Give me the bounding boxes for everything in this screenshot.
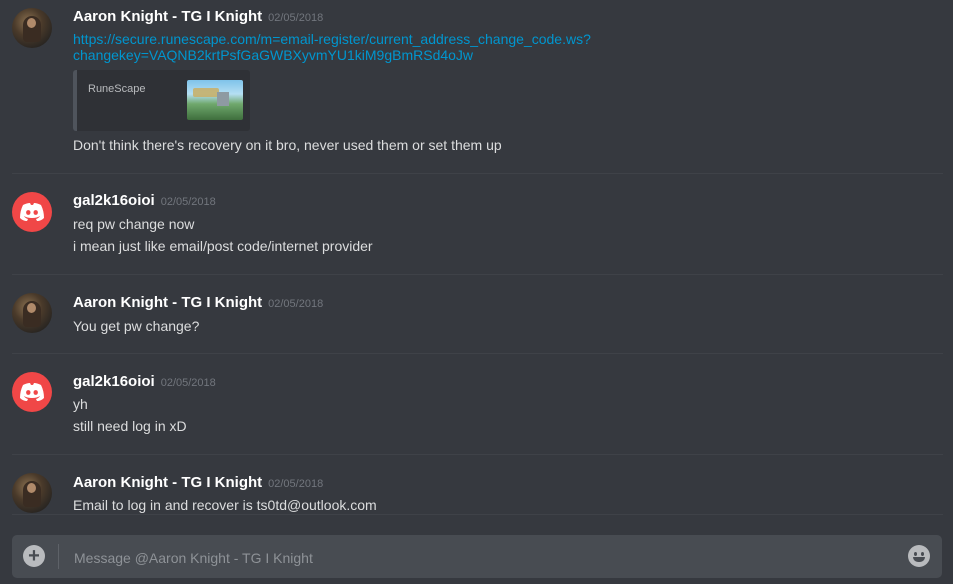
- username[interactable]: gal2k16oioi 02/05/2018: [73, 192, 216, 209]
- message-text: still need log in xD: [73, 418, 187, 434]
- message-group: Aaron Knight - TG I Knight 02/05/2018 htt…: [0, 0, 953, 174]
- plus-circle-icon[interactable]: +: [23, 545, 45, 567]
- embed-thumbnail[interactable]: [187, 80, 243, 120]
- username[interactable]: gal2k16oioi 02/05/2018: [73, 373, 216, 390]
- message-text: i mean just like email/post code/interne…: [73, 238, 373, 254]
- avatar-face: [27, 303, 36, 313]
- runescape-logo-icon: [193, 88, 219, 97]
- link-embed: RuneScape: [73, 70, 250, 131]
- message-group: gal2k16oioi 02/05/2018 req pw change now …: [0, 174, 953, 275]
- username[interactable]: Aaron Knight - TG I Knight 02/05/2018: [73, 294, 323, 311]
- timestamp: 02/05/2018: [268, 12, 324, 24]
- message-group: Aaron Knight - TG I Knight 02/05/2018 You…: [0, 275, 953, 354]
- link-line-1[interactable]: https://secure.runescape.com/m=email-reg…: [73, 31, 591, 47]
- avatar[interactable]: [12, 473, 52, 513]
- message-text: req pw change now: [73, 216, 195, 232]
- message-text: Don't think there's recovery on it bro, …: [73, 137, 502, 153]
- emoji-eye: [921, 552, 924, 556]
- message-text: You get pw change?: [73, 318, 200, 334]
- message-composer: +: [12, 535, 942, 580]
- message-divider: [12, 514, 943, 515]
- message-group: gal2k16oioi 02/05/2018 yh still need log …: [0, 354, 953, 455]
- link-line-2[interactable]: changekey=VAQNB2krtPsfGaGWBXyvmYU1kiM9gB…: [73, 47, 591, 63]
- timestamp: 02/05/2018: [160, 377, 216, 389]
- embed-provider[interactable]: RuneScape: [88, 83, 146, 95]
- discord-logo-icon: [20, 383, 44, 401]
- avatar[interactable]: [12, 372, 52, 412]
- message-group: Aaron Knight - TG I Knight 02/05/2018 Ema…: [0, 455, 953, 518]
- message-input[interactable]: [72, 535, 896, 580]
- avatar[interactable]: [12, 293, 52, 333]
- castle-icon: [217, 92, 229, 106]
- message-text: yh: [73, 396, 88, 412]
- message-text: Email to log in and recover is ts0td@out…: [73, 497, 377, 513]
- discord-logo-icon: [20, 203, 44, 221]
- timestamp: 02/05/2018: [160, 196, 216, 208]
- emoji-eye: [914, 552, 917, 556]
- username[interactable]: Aaron Knight - TG I Knight 02/05/2018: [73, 474, 323, 491]
- message-list[interactable]: Aaron Knight - TG I Knight 02/05/2018 htt…: [0, 0, 953, 518]
- emoji-smile-icon[interactable]: [908, 545, 930, 567]
- timestamp: 02/05/2018: [268, 478, 324, 490]
- timestamp: 02/05/2018: [268, 298, 324, 310]
- avatar-face: [27, 483, 36, 493]
- emoji-mouth: [913, 557, 925, 562]
- composer-separator: [58, 544, 59, 569]
- message-link[interactable]: https://secure.runescape.com/m=email-reg…: [73, 31, 591, 63]
- username[interactable]: Aaron Knight - TG I Knight 02/05/2018: [73, 8, 323, 25]
- avatar[interactable]: [12, 8, 52, 48]
- avatar[interactable]: [12, 192, 52, 232]
- avatar-face: [27, 18, 36, 28]
